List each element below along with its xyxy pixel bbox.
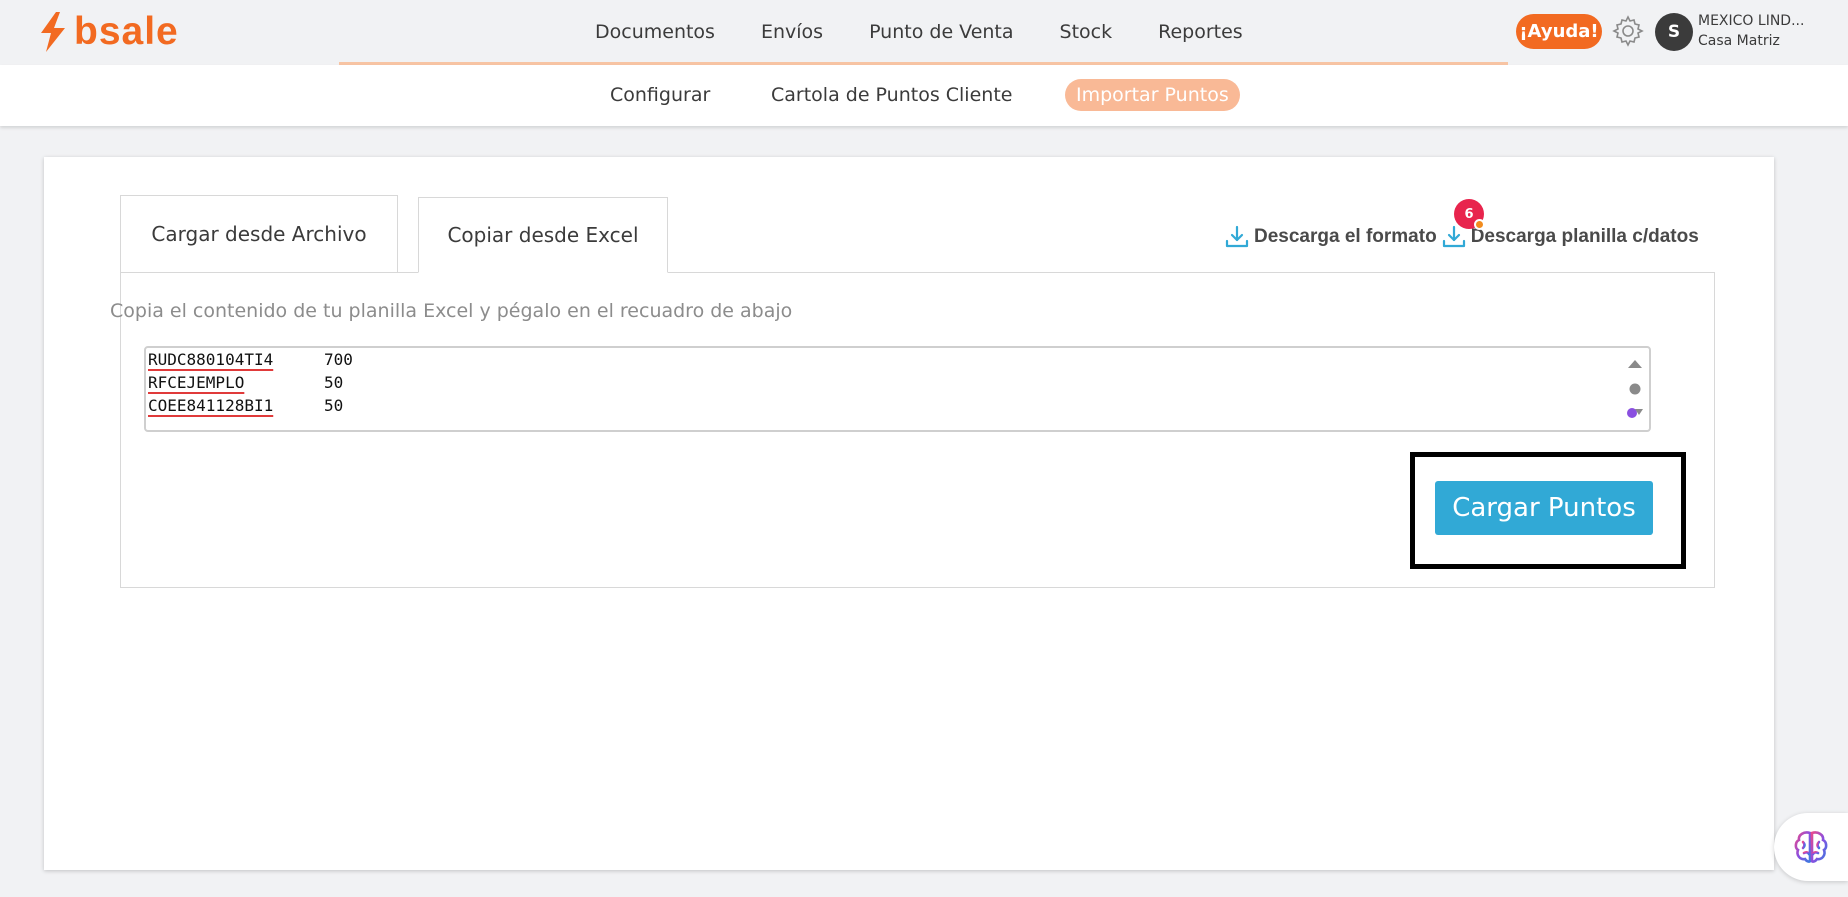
avatar[interactable]: S: [1655, 13, 1693, 51]
account-name: MEXICO LIND...: [1698, 13, 1805, 29]
pasted-code: RUDC880104TI4: [148, 350, 274, 369]
download-format-label: Descarga el formato: [1254, 226, 1437, 247]
download-format-link[interactable]: Descarga el formato: [1224, 224, 1437, 250]
pasted-points: 50: [324, 373, 344, 392]
subnav-importar-puntos[interactable]: Importar Puntos: [1065, 79, 1240, 111]
paste-instructions: Copia el contenido de tu planilla Excel …: [110, 300, 793, 322]
nav-stock[interactable]: Stock: [1060, 21, 1113, 43]
brand-name: bsale: [74, 10, 179, 53]
pasted-points: 700: [324, 350, 353, 369]
pasted-rows: RUDC880104TI4 700 RFCEJEMPLO 50 COEE8411…: [148, 348, 353, 417]
pasted-points: 50: [324, 396, 344, 415]
nav-punto-de-venta[interactable]: Punto de Venta: [869, 21, 1013, 43]
subnav-configurar[interactable]: Configurar: [610, 79, 710, 111]
nav-reportes[interactable]: Reportes: [1158, 21, 1243, 43]
tab-cargar-desde-archivo[interactable]: Cargar desde Archivo: [120, 195, 398, 272]
pasted-code: COEE841128BI1: [148, 396, 274, 415]
main-nav: Documentos Envíos Punto de Venta Stock R…: [595, 0, 1243, 63]
paste-textarea[interactable]: RUDC880104TI4 700 RFCEJEMPLO 50 COEE8411…: [144, 346, 1651, 432]
pasted-row: RFCEJEMPLO 50: [148, 371, 353, 394]
account-branch: Casa Matriz: [1698, 33, 1780, 49]
account-info[interactable]: MEXICO LIND... Casa Matriz: [1698, 11, 1816, 51]
sub-nav: Configurar Cartola de Puntos Cliente Imp…: [0, 65, 1848, 126]
nav-documentos[interactable]: Documentos: [595, 21, 715, 43]
badge-status-dot: [1474, 219, 1485, 230]
textarea-scrollbar[interactable]: [1625, 356, 1645, 426]
import-panel: Cargar desde Archivo Copiar desde Excel …: [44, 157, 1774, 870]
subnav-cartola-puntos[interactable]: Cartola de Puntos Cliente: [771, 79, 1012, 111]
gear-icon[interactable]: [1611, 14, 1645, 48]
help-button[interactable]: ¡Ayuda!: [1516, 14, 1602, 49]
assistant-widget[interactable]: [1774, 813, 1848, 881]
tab-copiar-desde-excel[interactable]: Copiar desde Excel: [418, 197, 668, 273]
download-icon: [1225, 225, 1249, 248]
brand-logo[interactable]: bsale: [38, 10, 179, 54]
cargar-puntos-button[interactable]: Cargar Puntos: [1435, 481, 1653, 535]
brain-icon: [1794, 831, 1828, 863]
top-bar: bsale Documentos Envíos Punto de Venta S…: [0, 0, 1848, 65]
pasted-row: COEE841128BI1 50: [148, 394, 353, 417]
brand-bolt-icon: [41, 12, 65, 52]
pasted-row: RUDC880104TI4 700: [148, 348, 353, 371]
nav-envios[interactable]: Envíos: [761, 21, 823, 43]
download-data-label: Descarga planilla c/datos: [1470, 226, 1699, 247]
pasted-code: RFCEJEMPLO: [148, 373, 245, 392]
